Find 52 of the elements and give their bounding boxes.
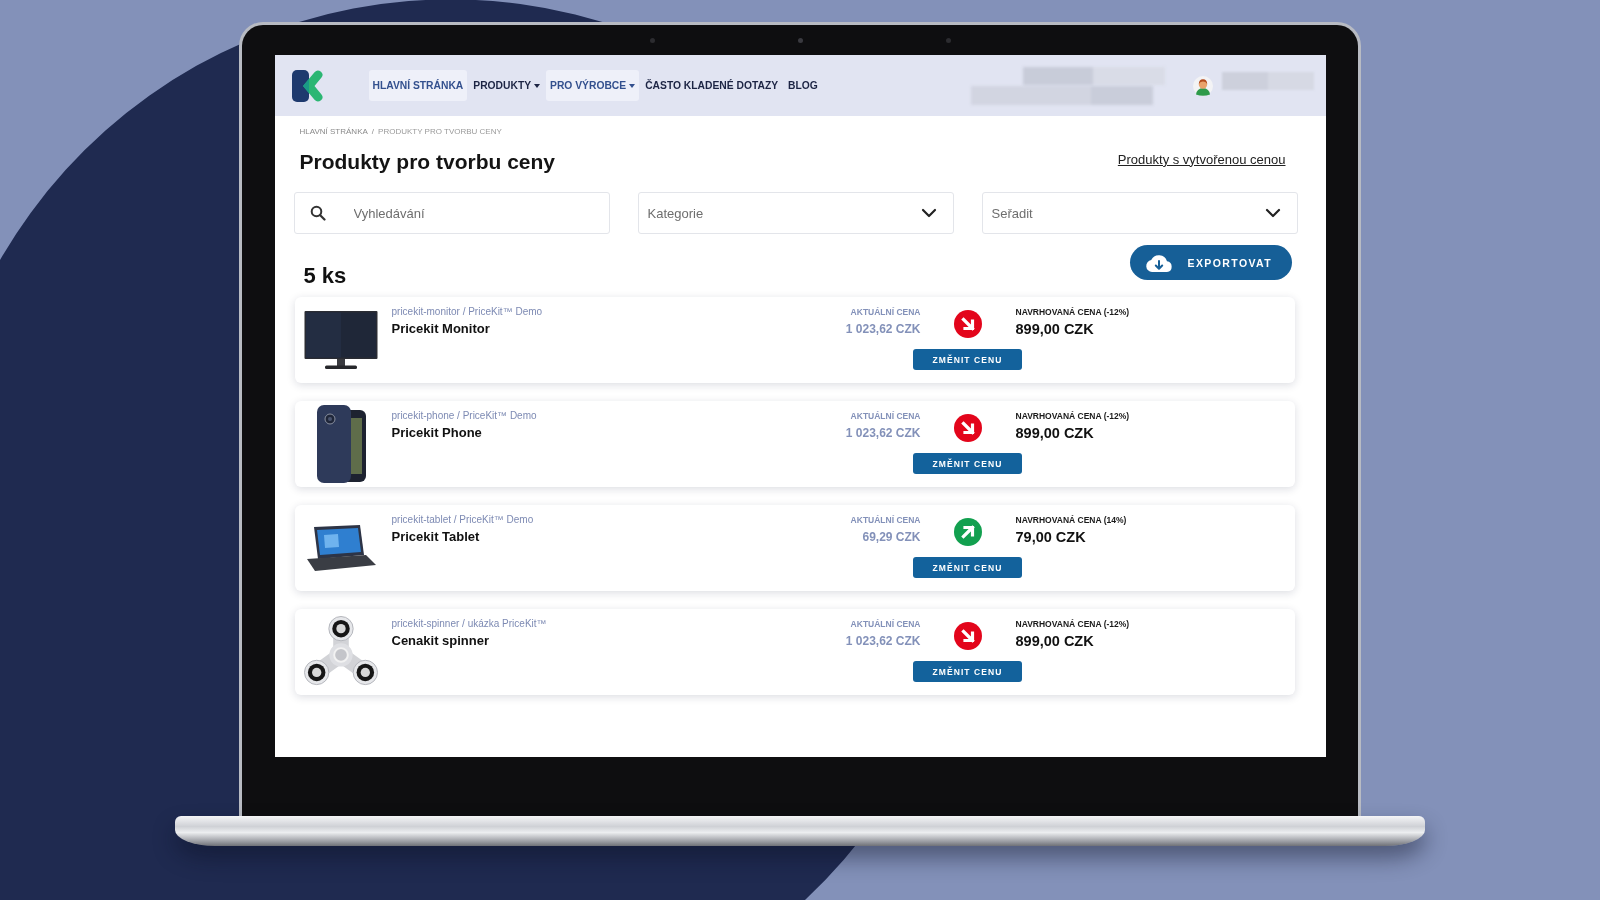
suggested-price-label: NAVRHOVANÁ CENA (-12%) xyxy=(1015,410,1130,423)
suggested-price-label: NAVRHOVANÁ CENA (-12%) xyxy=(1015,618,1130,631)
camera-icon xyxy=(797,37,803,43)
current-price: 1 023,62 CZK xyxy=(845,633,921,650)
nav-link[interactable]: PRODUKTY xyxy=(469,70,545,101)
nav-link[interactable]: HLAVNÍ STRÁNKA xyxy=(368,70,468,101)
change-price-button[interactable]: ZMĚNIT CENU xyxy=(913,661,1022,682)
suggested-price-label: NAVRHOVANÁ CENA (14%) xyxy=(1015,514,1127,527)
sort-select[interactable]: Seřadit xyxy=(981,192,1298,234)
suggested-price: 899,00 CZK xyxy=(1015,320,1094,339)
product-name: Pricekit Phone xyxy=(391,424,482,442)
priced-products-link[interactable]: Produkty s vytvořenou cenou xyxy=(1117,151,1286,167)
change-price-button[interactable]: ZMĚNIT CENU xyxy=(913,557,1022,578)
suggested-price: 899,00 CZK xyxy=(1015,632,1094,651)
product-name: Cenakit spinner xyxy=(391,632,490,650)
current-price: 1 023,62 CZK xyxy=(845,425,921,442)
breadcrumb-current: PRODUKTY PRO TVORBU CENY xyxy=(378,127,502,136)
category-select[interactable]: Kategorie xyxy=(637,192,954,234)
product-slug: pricekit-phone / PriceKit™ Demo xyxy=(391,409,537,423)
product-slug: pricekit-tablet / PriceKit™ Demo xyxy=(391,513,534,527)
sensor-dot-icon xyxy=(649,37,655,43)
breadcrumb-separator: / xyxy=(371,127,375,136)
suggested-price: 79,00 CZK xyxy=(1015,528,1086,547)
product-name: Pricekit Monitor xyxy=(391,320,490,338)
suggested-price: 899,00 CZK xyxy=(1015,424,1094,443)
cloud-download-icon xyxy=(1144,252,1173,273)
change-price-button[interactable]: ZMĚNIT CENU xyxy=(913,453,1022,474)
suggested-price-label: NAVRHOVANÁ CENA (-12%) xyxy=(1015,306,1130,319)
current-price-label: AKTUÁLNÍ CENA xyxy=(850,618,921,631)
export-button[interactable]: EXPORTOVAT xyxy=(1129,245,1292,280)
nav-link[interactable]: BLOG xyxy=(784,70,822,101)
product-slug: pricekit-monitor / PriceKit™ Demo xyxy=(391,305,543,319)
sensor-dot-icon xyxy=(945,37,951,43)
current-price-label: AKTUÁLNÍ CENA xyxy=(850,514,921,527)
page-title: Produkty pro tvorbu ceny xyxy=(299,149,556,175)
user-avatar-icon xyxy=(1192,75,1213,96)
current-price-label: AKTUÁLNÍ CENA xyxy=(850,306,921,319)
nav-link[interactable]: ČASTO KLADENÉ DOTAZY xyxy=(641,70,783,101)
item-count: 5 ks xyxy=(303,263,347,289)
search-field[interactable]: Vyhledávání xyxy=(293,192,610,234)
chevron-down-icon xyxy=(1264,207,1281,219)
nav-link[interactable]: PRO VÝROBCE xyxy=(546,70,640,101)
product-name: Pricekit Tablet xyxy=(391,528,480,546)
current-price-label: AKTUÁLNÍ CENA xyxy=(850,410,921,423)
chevron-down-icon xyxy=(920,207,937,219)
logo-icon xyxy=(291,68,324,103)
change-price-button[interactable]: ZMĚNIT CENU xyxy=(913,349,1022,370)
search-icon xyxy=(309,205,326,221)
product-slug: pricekit-spinner / ukázka PriceKit™ xyxy=(391,617,547,631)
breadcrumb-link[interactable]: HLAVNÍ STRÁNKA xyxy=(299,127,368,136)
current-price: 69,29 CZK xyxy=(862,529,921,546)
current-price: 1 023,62 CZK xyxy=(845,321,921,338)
